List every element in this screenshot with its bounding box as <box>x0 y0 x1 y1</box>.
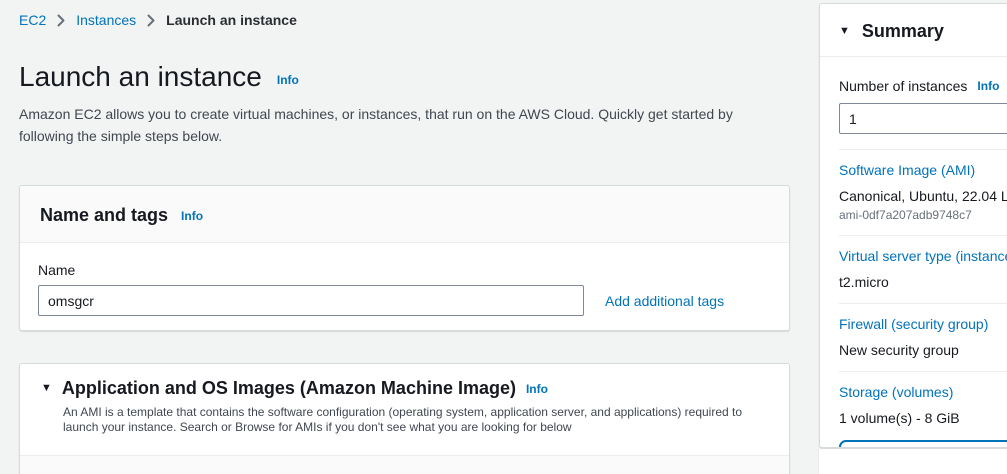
add-additional-tags-link[interactable]: Add additional tags <box>605 293 724 309</box>
chevron-right-icon <box>57 14 65 27</box>
firewall-link[interactable]: Firewall (security group) <box>839 316 988 332</box>
name-and-tags-title: Name and tags <box>40 205 168 226</box>
ami-section-header[interactable]: ▼ Application and OS Images (Amazon Mach… <box>20 364 789 456</box>
page-header: Launch an instance Info <box>19 60 299 94</box>
breadcrumb: EC2 Instances Launch an instance <box>19 12 297 28</box>
virtual-server-type-link[interactable]: Virtual server type (instance type) <box>839 248 1007 264</box>
summary-body: Number of instances Info Software Image … <box>820 57 1007 439</box>
number-of-instances-info-link[interactable]: Info <box>977 79 999 93</box>
page-description-line1: Amazon EC2 allows you to create virtual … <box>19 103 733 125</box>
ami-section-info-link[interactable]: Info <box>526 382 548 396</box>
name-and-tags-card: Name and tags Info Name Add additional t… <box>19 185 790 331</box>
breadcrumb-ec2-link[interactable]: EC2 <box>19 12 46 28</box>
storage-value: 1 volume(s) - 8 GiB <box>839 410 1007 426</box>
summary-title: Summary <box>862 21 944 42</box>
breadcrumb-instances-link[interactable]: Instances <box>76 12 136 28</box>
name-and-tags-header: Name and tags Info <box>20 186 789 243</box>
summary-section-ami: Software Image (AMI) Canonical, Ubuntu, … <box>839 150 1007 236</box>
ami-section-body <box>20 456 789 474</box>
ami-id-text: ami-0df7a207adb9748c7 <box>839 208 1007 222</box>
storage-link[interactable]: Storage (volumes) <box>839 384 953 400</box>
ami-section-description: An AMI is a template that contains the s… <box>63 405 771 435</box>
name-and-tags-info-link[interactable]: Info <box>181 209 203 223</box>
ami-description-line1: An AMI is a template that contains the s… <box>63 405 771 420</box>
ami-description-line2: launch your instance. Search or Browse f… <box>63 420 771 435</box>
page-title: Launch an instance <box>19 60 262 94</box>
caret-down-icon: ▼ <box>839 26 850 37</box>
number-of-instances-input[interactable] <box>839 103 1007 134</box>
summary-section-storage: Storage (volumes) 1 volume(s) - 8 GiB <box>839 372 1007 439</box>
caret-down-icon: ▼ <box>41 383 52 394</box>
number-of-instances-label: Number of instances <box>839 78 967 94</box>
name-and-tags-body: Name Add additional tags <box>20 243 789 335</box>
summary-panel: ▼ Summary Number of instances Info Softw… <box>819 3 1007 448</box>
software-image-value: Canonical, Ubuntu, 22.04 L <box>839 188 1007 204</box>
summary-footer-area <box>818 449 1007 474</box>
page-description-line2: following the simple steps below. <box>19 125 733 147</box>
page-description: Amazon EC2 allows you to create virtual … <box>19 103 733 147</box>
summary-section-firewall: Firewall (security group) New security g… <box>839 304 1007 372</box>
instance-name-input[interactable] <box>38 285 584 316</box>
software-image-link[interactable]: Software Image (AMI) <box>839 162 975 178</box>
number-of-instances-block: Number of instances Info <box>839 57 1007 150</box>
launch-instance-page: EC2 Instances Launch an instance Launch … <box>0 0 1007 474</box>
firewall-value: New security group <box>839 342 1007 358</box>
chevron-right-icon <box>147 14 155 27</box>
name-field-label: Name <box>38 262 771 278</box>
ami-section-title: Application and OS Images (Amazon Machin… <box>62 378 516 399</box>
summary-header[interactable]: ▼ Summary <box>820 4 1007 57</box>
summary-section-instance-type: Virtual server type (instance type) t2.m… <box>839 236 1007 304</box>
ami-section-card: ▼ Application and OS Images (Amazon Mach… <box>19 363 790 474</box>
breadcrumb-current: Launch an instance <box>166 12 297 28</box>
summary-footer-button[interactable] <box>839 440 1007 448</box>
instance-type-value: t2.micro <box>839 274 1007 290</box>
page-title-info-link[interactable]: Info <box>277 73 299 87</box>
